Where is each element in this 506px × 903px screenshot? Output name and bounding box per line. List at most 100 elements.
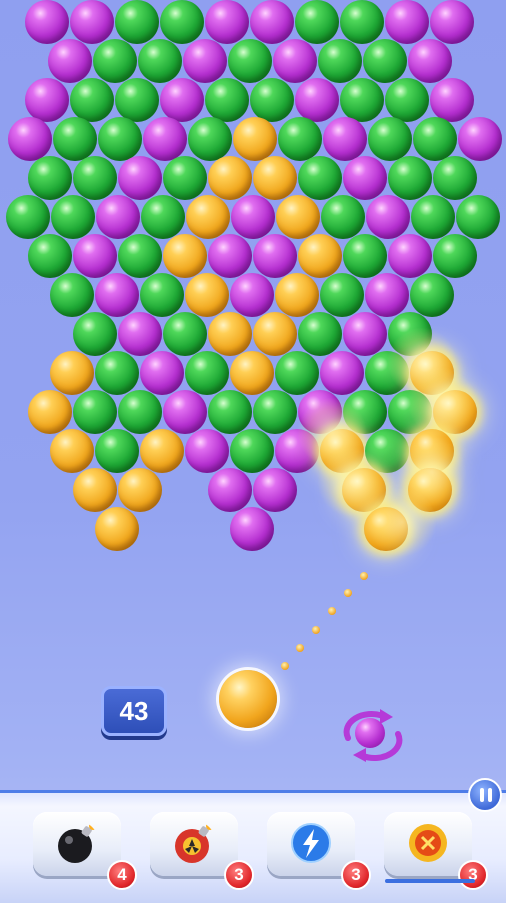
green-bubble: [433, 234, 477, 278]
aim-dot: [344, 589, 352, 597]
green-bubble: [118, 390, 162, 434]
purple-bubble: [295, 78, 339, 122]
green-bubble: [115, 0, 159, 44]
gold-bubble: [118, 468, 162, 512]
green-bubble: [51, 195, 95, 239]
green-bubble: [73, 390, 117, 434]
green-bubble: [95, 429, 139, 473]
green-bubble: [250, 78, 294, 122]
green-bubble: [298, 156, 342, 200]
green-bubble: [228, 39, 272, 83]
green-bubble: [318, 39, 362, 83]
booster-fireball-button[interactable]: 3: [384, 812, 488, 890]
purple-bubble: [231, 195, 275, 239]
purple-bubble: [430, 78, 474, 122]
green-bubble: [95, 351, 139, 395]
purple-bubble: [143, 117, 187, 161]
purple-bubble: [320, 351, 364, 395]
purple-bubble: [140, 351, 184, 395]
purple-bubble: [408, 39, 452, 83]
purple-bubble: [208, 468, 252, 512]
purple-bubble: [96, 195, 140, 239]
green-bubble: [73, 312, 117, 356]
green-bubble: [163, 312, 207, 356]
aim-dot: [360, 572, 368, 580]
purple-bubble: [343, 312, 387, 356]
green-bubble: [185, 351, 229, 395]
gold-bubble: [253, 312, 297, 356]
green-bubble: [141, 195, 185, 239]
purple-bubble: [343, 156, 387, 200]
purple-bubble: [8, 117, 52, 161]
next-bubble[interactable]: [355, 718, 385, 748]
gold-bubble: [342, 468, 386, 512]
purple-bubble: [25, 0, 69, 44]
gold-bubble: [95, 507, 139, 551]
gold-bubble: [410, 429, 454, 473]
green-bubble: [98, 117, 142, 161]
gold-bubble: [298, 234, 342, 278]
green-bubble: [413, 117, 457, 161]
purple-bubble: [230, 507, 274, 551]
purple-bubble: [185, 429, 229, 473]
gold-bubble: [253, 156, 297, 200]
fire-bomb-icon: [175, 822, 214, 863]
green-bubble: [343, 390, 387, 434]
pause-button[interactable]: [468, 778, 502, 812]
purple-bubble: [48, 39, 92, 83]
current-bubble[interactable]: [219, 670, 277, 728]
booster-count-badge: 3: [224, 860, 254, 890]
booster-fire-bomb-button[interactable]: 3: [150, 812, 254, 890]
green-bubble: [411, 195, 455, 239]
purple-bubble: [430, 0, 474, 44]
green-bubble: [363, 39, 407, 83]
gold-bubble: [50, 351, 94, 395]
purple-bubble: [250, 0, 294, 44]
booster-count-badge: 3: [341, 860, 371, 890]
gold-bubble: [275, 273, 319, 317]
purple-bubble: [230, 273, 274, 317]
purple-bubble: [323, 117, 367, 161]
aim-dot: [296, 644, 304, 652]
green-bubble: [28, 156, 72, 200]
gold-bubble: [186, 195, 230, 239]
green-bubble: [320, 273, 364, 317]
green-bubble: [275, 351, 319, 395]
green-bubble: [50, 273, 94, 317]
progress-bar: [385, 879, 475, 883]
gold-bubble: [208, 156, 252, 200]
green-bubble: [388, 312, 432, 356]
green-bubble: [28, 234, 72, 278]
green-bubble: [321, 195, 365, 239]
purple-bubble: [273, 39, 317, 83]
purple-bubble: [385, 0, 429, 44]
gold-bubble: [208, 312, 252, 356]
moves-counter: 43: [101, 686, 167, 736]
green-bubble: [343, 234, 387, 278]
gold-bubble: [140, 429, 184, 473]
gold-bubble: [50, 429, 94, 473]
pause-icon: [480, 788, 484, 802]
booster-lightning-button[interactable]: 3: [267, 812, 371, 890]
green-bubble: [230, 429, 274, 473]
green-bubble: [53, 117, 97, 161]
gold-bubble: [233, 117, 277, 161]
bubble-board[interactable]: [0, 0, 506, 560]
green-bubble: [278, 117, 322, 161]
green-bubble: [385, 78, 429, 122]
purple-bubble: [458, 117, 502, 161]
purple-bubble: [25, 78, 69, 122]
gold-bubble: [230, 351, 274, 395]
gold-bubble: [28, 390, 72, 434]
purple-bubble: [183, 39, 227, 83]
gold-bubble: [276, 195, 320, 239]
gold-bubble: [185, 273, 229, 317]
purple-bubble: [118, 312, 162, 356]
green-bubble: [253, 390, 297, 434]
green-bubble: [188, 117, 232, 161]
aim-dot: [281, 662, 289, 670]
gold-bubble: [163, 234, 207, 278]
green-bubble: [295, 0, 339, 44]
green-bubble: [340, 78, 384, 122]
booster-bomb-button[interactable]: 4: [33, 812, 137, 890]
